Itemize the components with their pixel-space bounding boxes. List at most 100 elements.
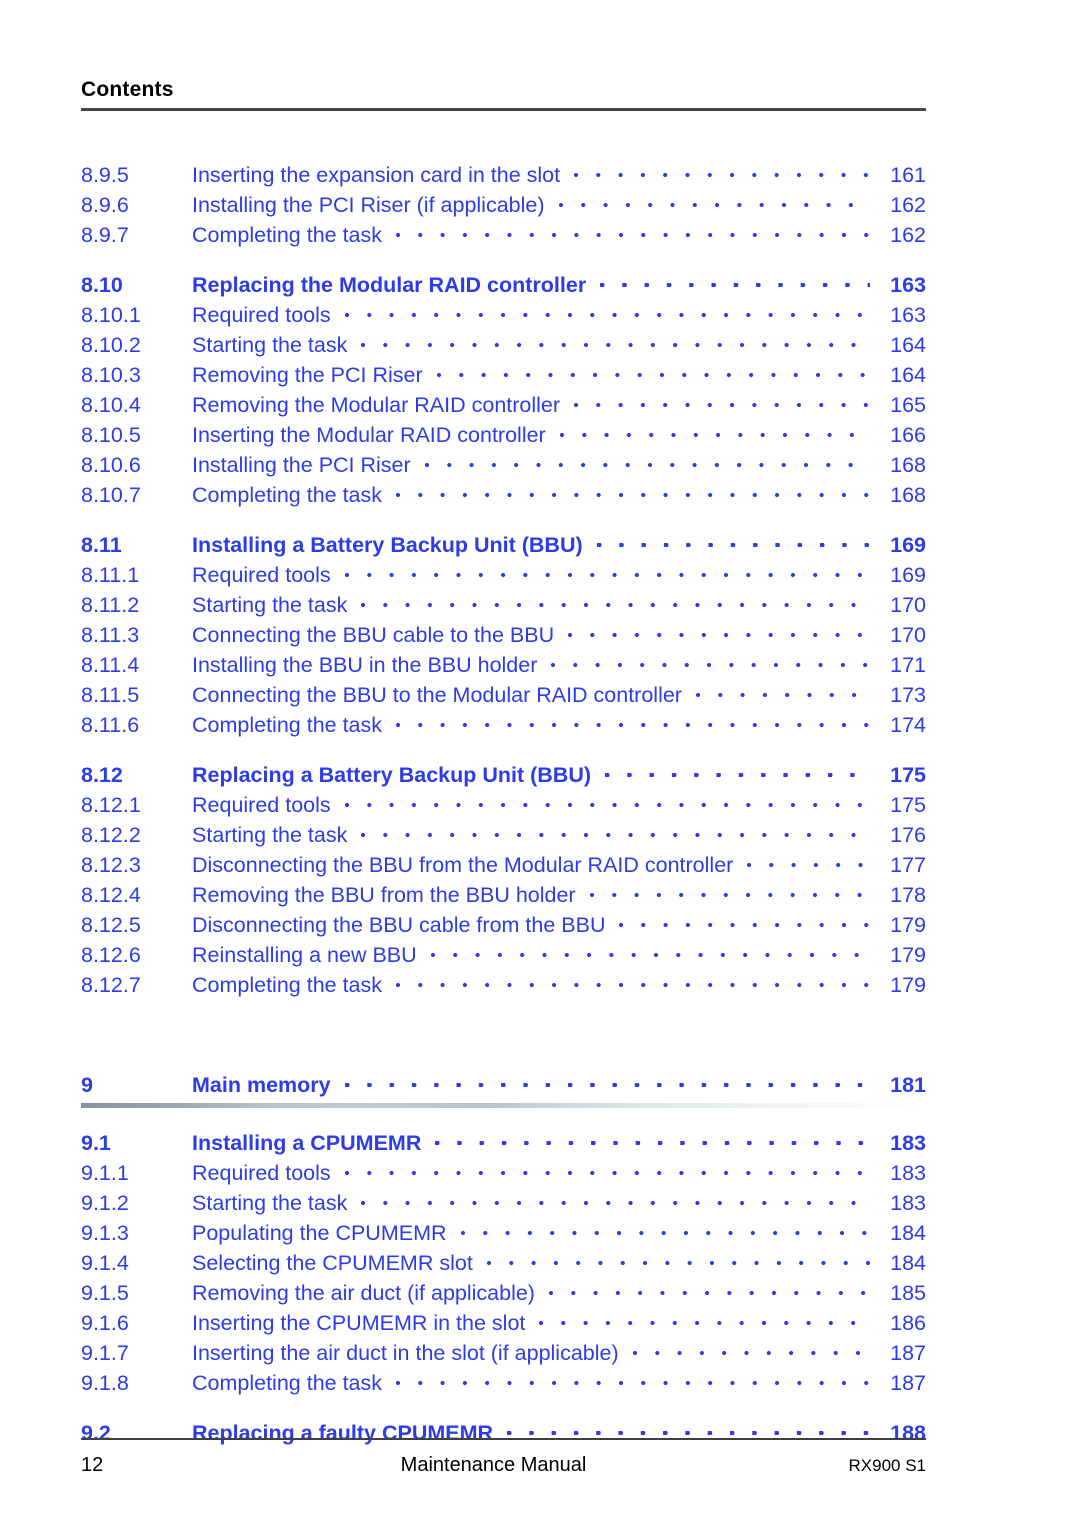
toc-entry-page: 183: [890, 1131, 926, 1155]
toc-dot-leader: [574, 160, 870, 182]
toc-dot-leader: [605, 760, 870, 782]
toc-entry-page: 161: [890, 163, 926, 187]
toc-entry[interactable]: 9.1.6 Inserting the CPUMEMR in the slot 18…: [81, 1308, 926, 1338]
toc-entry[interactable]: 8.10.6 Installing the PCI Riser 168: [81, 450, 926, 480]
toc-entry-title: Required tools: [192, 793, 331, 817]
toc-entry-title: Starting the task: [192, 1191, 348, 1215]
toc-entry[interactable]: 8.12.3 Disconnecting the BBU from the Mod…: [81, 850, 926, 880]
toc-entry-page: 168: [890, 453, 926, 477]
toc-entry-title: Completing the task: [192, 973, 383, 997]
toc-dot-leader: [548, 1278, 870, 1300]
toc-entry-number: 8.10.6: [81, 453, 141, 477]
toc-entry-number: 9.1.6: [81, 1311, 129, 1335]
toc-entry-page: 187: [890, 1341, 926, 1365]
toc-entry[interactable]: 9.1.8 Completing the task 187: [81, 1368, 926, 1398]
toc-entry[interactable]: 8.10 Replacing the Modular RAID controlle…: [81, 270, 926, 300]
toc-entry-title: Required tools: [192, 303, 331, 327]
toc-entry-page: 183: [890, 1191, 926, 1215]
toc-entry-page: 187: [890, 1371, 926, 1395]
toc-entry[interactable]: 8.11.3 Connecting the BBU cable to the BB…: [81, 620, 926, 650]
toc-entry-title: Removing the BBU from the BBU holder: [192, 883, 576, 907]
toc-entry-page: 179: [890, 913, 926, 937]
toc-dot-leader: [619, 910, 870, 932]
toc-entry[interactable]: 9.1.7 Inserting the air duct in the slot …: [81, 1338, 926, 1368]
toc-entry-number: 8.11.2: [81, 593, 140, 617]
toc-entry[interactable]: 8.10.7 Completing the task 168: [81, 480, 926, 510]
toc-dot-leader: [460, 1218, 870, 1240]
toc-entry-title: Required tools: [192, 1161, 331, 1185]
toc-dot-leader: [396, 710, 870, 732]
toc-entry[interactable]: 8.12.5 Disconnecting the BBU cable from t…: [81, 910, 926, 940]
toc-dot-leader: [430, 940, 870, 962]
toc-entry-number: 8.12.7: [81, 973, 141, 997]
page-footer: 12 Maintenance Manual RX900 S1: [81, 1438, 926, 1477]
toc-entry-title: Inserting the expansion card in the slot: [192, 163, 561, 187]
toc-entry[interactable]: 8.11.6 Completing the task 174: [81, 710, 926, 740]
toc-entry[interactable]: 8.10.4 Removing the Modular RAID controll…: [81, 390, 926, 420]
toc-entry[interactable]: 8.9.7 Completing the task 162: [81, 220, 926, 250]
toc-entry[interactable]: 8.11.2 Starting the task 170: [81, 590, 926, 620]
toc-entry[interactable]: 8.10.2 Starting the task 164: [81, 330, 926, 360]
toc-entry-title: Selecting the CPUMEMR slot: [192, 1251, 473, 1275]
toc-entry-number: 8.10.7: [81, 483, 141, 507]
toc-entry[interactable]: 8.11.4 Installing the BBU in the BBU hold…: [81, 650, 926, 680]
toc-entry[interactable]: 8.11 Installing a Battery Backup Unit (BB…: [81, 530, 926, 560]
toc-entry[interactable]: 8.10.5 Inserting the Modular RAID control…: [81, 420, 926, 450]
footer-product-name: RX900 S1: [848, 1456, 927, 1475]
toc-entry[interactable]: 8.12 Replacing a Battery Backup Unit (BBU…: [81, 760, 926, 790]
toc-entry-page: 181: [890, 1073, 926, 1097]
toc-entry[interactable]: 8.12.2 Starting the task 176: [81, 820, 926, 850]
toc-entry[interactable]: 9.1.3 Populating the CPUMEMR 184: [81, 1218, 926, 1248]
toc-entry-page: 164: [890, 363, 926, 387]
toc-entry[interactable]: 9.1 Installing a CPUMEMR 183: [81, 1128, 926, 1158]
page-header: Contents: [81, 78, 926, 111]
toc-entry-number: 9: [81, 1073, 93, 1097]
toc-entry[interactable]: 9 Main memory 181: [81, 1070, 926, 1100]
toc-entry-number: 9.1.4: [81, 1251, 129, 1275]
toc-dot-leader: [344, 1158, 870, 1180]
toc-entry-number: 8.11.3: [81, 623, 140, 647]
toc-entry[interactable]: 8.12.6 Reinstalling a new BBU 179: [81, 940, 926, 970]
toc-entry[interactable]: 8.12.1 Required tools 175: [81, 790, 926, 820]
toc-entry-title: Installing a Battery Backup Unit (BBU): [192, 533, 583, 557]
toc-entry-number: 8.9.6: [81, 193, 129, 217]
toc-entry-title: Inserting the CPUMEMR in the slot: [192, 1311, 526, 1335]
toc-entry-number: 9.1.3: [81, 1221, 129, 1245]
toc-entry-title: Populating the CPUMEMR: [192, 1221, 447, 1245]
toc-entry-number: 9.1.8: [81, 1371, 129, 1395]
toc-entry-number: 8.12.6: [81, 943, 141, 967]
toc-entry-page: 186: [890, 1311, 926, 1335]
toc-entry[interactable]: 8.12.4 Removing the BBU from the BBU hold…: [81, 880, 926, 910]
toc-entry-page: 163: [890, 273, 926, 297]
toc-entry[interactable]: 8.9.5 Inserting the expansion card in the…: [81, 160, 926, 190]
toc-entry[interactable]: 8.12.7 Completing the task 179: [81, 970, 926, 1000]
toc-dot-leader: [695, 680, 870, 702]
toc-entry-page: 174: [890, 713, 926, 737]
toc-entry[interactable]: 9.1.4 Selecting the CPUMEMR slot 184: [81, 1248, 926, 1278]
toc-entry-number: 9.1.1: [81, 1161, 129, 1185]
toc-entry[interactable]: 9.1.2 Starting the task 183: [81, 1188, 926, 1218]
toc-entry[interactable]: 8.11.1 Required tools 169: [81, 560, 926, 590]
toc-entry-title: Starting the task: [192, 823, 348, 847]
footer-document-title: Maintenance Manual: [400, 1454, 587, 1476]
toc-entry[interactable]: 9.1.5 Removing the air duct (if applicabl…: [81, 1278, 926, 1308]
toc-dot-leader: [344, 560, 870, 582]
toc-entry-number: 9.1: [81, 1131, 111, 1155]
toc-dot-leader: [344, 790, 870, 812]
toc-dot-leader: [486, 1248, 870, 1270]
footer-divider: [81, 1438, 926, 1440]
toc-entry[interactable]: 8.9.6 Installing the PCI Riser (if applic…: [81, 190, 926, 220]
toc-entry-title: Inserting the Modular RAID controller: [192, 423, 546, 447]
toc-dot-leader: [424, 450, 870, 472]
toc-entry-number: 8.12.5: [81, 913, 141, 937]
toc-entry[interactable]: 8.11.5 Connecting the BBU to the Modular …: [81, 680, 926, 710]
toc-dot-leader: [568, 620, 870, 642]
toc-entry-title: Connecting the BBU to the Modular RAID c…: [192, 683, 682, 707]
toc-entry[interactable]: 8.10.3 Removing the PCI Riser 164: [81, 360, 926, 390]
toc-entry[interactable]: 8.10.1 Required tools 163: [81, 300, 926, 330]
toc-dot-leader: [344, 1070, 870, 1092]
toc-entry-page: 184: [890, 1221, 926, 1245]
toc-entry[interactable]: 9.1.1 Required tools 183: [81, 1158, 926, 1188]
toc-entry-page: 165: [890, 393, 926, 417]
toc-entry-page: 178: [890, 883, 926, 907]
